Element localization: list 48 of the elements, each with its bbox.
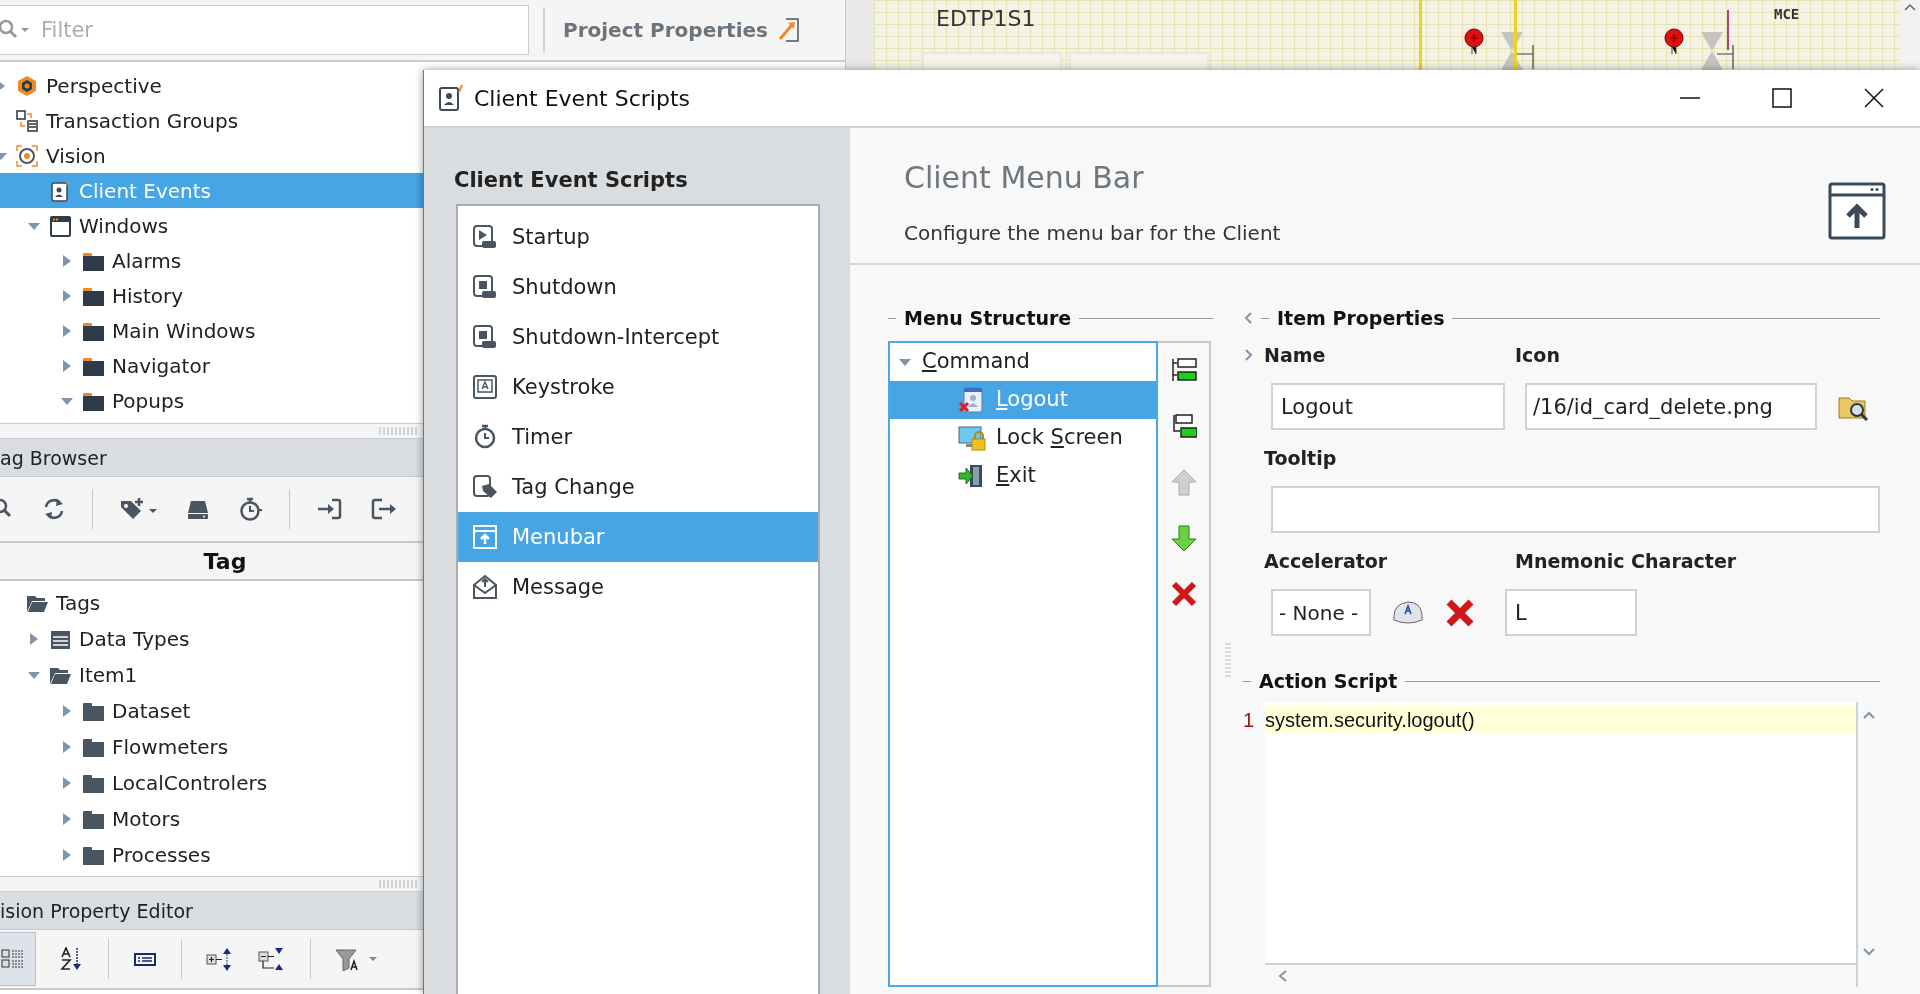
event-list-item[interactable]: Keystroke bbox=[458, 362, 818, 412]
menu-tree-item[interactable]: Command bbox=[922, 349, 1030, 375]
tree-item[interactable]: Main Windows bbox=[112, 318, 256, 343]
field-label: Icon bbox=[1515, 344, 1560, 366]
event-list-item[interactable]: Shutdown bbox=[458, 262, 818, 312]
tree-item[interactable]: LocalControlers bbox=[112, 771, 268, 795]
field-label: Accelerator bbox=[1264, 550, 1388, 572]
page-description: Configure the menu bar for the Client bbox=[904, 221, 1281, 245]
tree-item[interactable]: History bbox=[112, 283, 184, 308]
mnemonic-field[interactable]: L bbox=[1505, 589, 1637, 636]
tree-item[interactable]: Processes bbox=[112, 843, 211, 867]
event-list-item[interactable]: Message bbox=[458, 562, 818, 612]
tree-item[interactable]: Navigator bbox=[112, 353, 210, 378]
tree-item[interactable]: Flowmeters bbox=[112, 735, 229, 759]
field-label: Tooltip bbox=[1264, 447, 1337, 469]
tree-item[interactable]: Tags bbox=[56, 591, 101, 615]
filter-input[interactable]: Filter bbox=[39, 17, 528, 43]
tree-item[interactable]: Windows bbox=[79, 213, 169, 238]
menu-tree-item[interactable]: Lock Screen bbox=[996, 425, 1123, 451]
group-title: Item Properties bbox=[1277, 307, 1445, 329]
group-title: Menu Structure bbox=[904, 307, 1072, 329]
accelerator-field[interactable]: - None - bbox=[1271, 589, 1371, 636]
tree-item[interactable]: Item1 bbox=[79, 663, 138, 687]
field-label: Name bbox=[1264, 344, 1326, 366]
canvas-label: EDTP1S1 bbox=[936, 6, 1036, 31]
code-editor[interactable]: system.security.logout() bbox=[1265, 702, 1856, 987]
name-field[interactable]: Logout bbox=[1271, 383, 1505, 430]
project-properties-button[interactable]: Project Properties bbox=[543, 8, 812, 52]
menu-tree-item[interactable]: Exit bbox=[996, 463, 1036, 489]
canvas-label: MCE bbox=[1774, 6, 1800, 22]
tree-item[interactable]: Data Types bbox=[79, 627, 190, 651]
event-list-item[interactable]: Shutdown-Intercept bbox=[458, 312, 818, 362]
tree-item[interactable]: Dataset bbox=[112, 699, 191, 723]
page-title: Client Menu Bar bbox=[904, 160, 1145, 195]
tree-item[interactable]: Motors bbox=[112, 807, 181, 831]
tree-item[interactable]: Transaction Groups bbox=[46, 108, 239, 133]
section-heading: Client Event Scripts bbox=[454, 168, 689, 192]
window-title: Client Event Scripts bbox=[474, 85, 690, 111]
tree-item[interactable]: Alarms bbox=[112, 248, 182, 273]
filter-field[interactable]: Filter bbox=[0, 5, 529, 55]
field-label: Mnemonic Character bbox=[1515, 550, 1737, 572]
event-list-item[interactable]: Startup bbox=[458, 212, 818, 262]
group-title: Action Script bbox=[1259, 670, 1398, 692]
tree-item[interactable]: Vision bbox=[46, 143, 106, 168]
tree-item[interactable]: Popups bbox=[112, 388, 185, 413]
icon-path-field[interactable]: /16/id_card_delete.png bbox=[1525, 383, 1817, 430]
line-number: 1 bbox=[1243, 708, 1256, 733]
tree-item[interactable]: Perspective bbox=[46, 73, 162, 98]
